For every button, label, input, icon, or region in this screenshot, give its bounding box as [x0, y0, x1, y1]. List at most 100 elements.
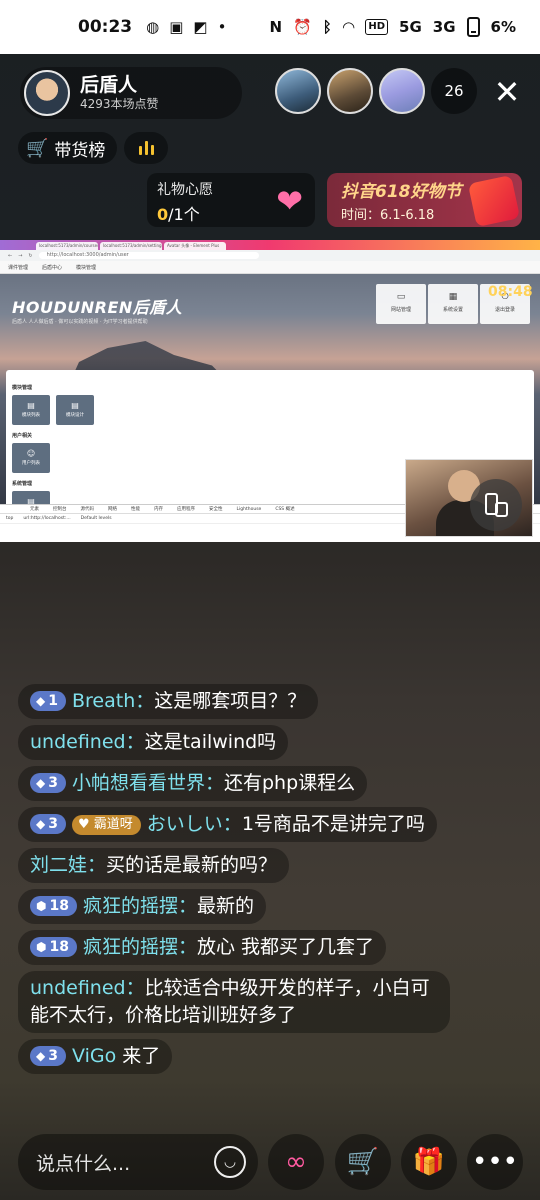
host-avatar[interactable]	[24, 70, 70, 116]
section-title: 用户相关	[12, 433, 33, 439]
browser-tab[interactable]: localhost:5173/admin/settings	[100, 242, 162, 250]
chat-username[interactable]: おいしい：	[147, 813, 242, 835]
diamond-icon: ◆	[36, 694, 46, 708]
chat-username[interactable]: Breath：	[72, 690, 154, 712]
chat-text: 来了	[116, 1045, 161, 1067]
devtools-tab[interactable]: 控制台	[53, 506, 67, 512]
more-button[interactable]: •••	[467, 1134, 523, 1190]
heart-icon: ♥	[77, 817, 94, 832]
devtools-tab[interactable]: 性能	[131, 506, 140, 512]
forward-icon[interactable]: →	[18, 253, 22, 259]
chat-message[interactable]: 刘二娃：买的话是最新的吗？	[18, 848, 290, 883]
chat-username[interactable]: ViGo	[72, 1045, 116, 1067]
chat-message[interactable]: ◆ 1 Breath：这是哪套项目？？	[18, 684, 319, 719]
chat-message[interactable]: ⬢ 18 疯狂的摇摆：放心 我都买了几套了	[18, 930, 387, 965]
console-context[interactable]: top	[6, 516, 13, 521]
link-icon: ∞	[285, 1147, 307, 1177]
comment-placeholder: 说点什么...	[36, 1152, 131, 1175]
devtools-tab[interactable]: Lighthouse	[237, 507, 262, 512]
devtools-tab[interactable]: 网络	[108, 506, 117, 512]
clock: 00:23	[78, 17, 133, 37]
cart-button[interactable]: 🛒	[335, 1134, 391, 1190]
site-manage-label: 网站管理	[390, 307, 411, 313]
comment-input[interactable]: 说点什么... ◡	[18, 1134, 258, 1190]
shared-screen[interactable]: localhost:5173/admin/courses localhost:5…	[0, 240, 540, 542]
level-value: 18	[49, 898, 69, 914]
browser-tab[interactable]: localhost:5173/admin/courses	[36, 242, 98, 250]
gift-wish-card[interactable]: 礼物心愿 0/1个 ❤	[147, 173, 315, 227]
chat-message[interactable]: ⬢ 18 疯狂的摇摆：最新的	[18, 889, 266, 924]
chat-text: 这是哪套项目？？	[154, 690, 307, 712]
chat-text: 放心 我都买了几套了	[196, 936, 375, 958]
level-value: 3	[48, 775, 58, 791]
url-field[interactable]: http://localhost:3000/admin/user	[38, 252, 259, 259]
site-slogan: 后盾人 人人做后盾 · 做可以实践的视频 · 为IT学习者提供帮助	[12, 319, 148, 325]
bookmark-item[interactable]: 模块管理	[76, 264, 96, 271]
diamond-icon: ⬢	[36, 899, 47, 913]
emoji-icon[interactable]: ◡	[214, 1146, 246, 1178]
alarm-icon: ⏰	[293, 18, 312, 36]
chat-message[interactable]: undefined：比较适合中级开发的样子，小白可能不太行，价格比培训班好多了	[18, 971, 450, 1033]
module-list-tile[interactable]: ▤ 模块列表	[12, 395, 50, 425]
chat-username[interactable]: undefined：	[30, 731, 145, 753]
reload-icon[interactable]: ↻	[28, 253, 32, 259]
devtools-tab[interactable]: 应用程序	[177, 506, 195, 512]
more-icon: •••	[471, 1147, 518, 1177]
chat-message[interactable]: undefined：这是tailwind吗	[18, 725, 289, 760]
chat-message[interactable]: ◆ 3 ViGo 来了	[18, 1039, 173, 1074]
doc-icon: ▤	[71, 401, 79, 410]
devtools-tab[interactable]: CSS 概述	[275, 506, 294, 512]
gift-button[interactable]: 🎁	[401, 1134, 457, 1190]
viewer-avatar[interactable]	[327, 68, 373, 114]
link-button[interactable]: ∞	[268, 1134, 324, 1190]
bluetooth-icon: ᛒ	[322, 18, 332, 36]
host-card[interactable]: 后盾人 4293本场点赞	[20, 67, 242, 119]
host-likes: 4293本场点赞	[80, 97, 159, 111]
bookmark-item[interactable]: 后盾中心	[42, 264, 62, 271]
viewer-count[interactable]: 26	[431, 68, 477, 114]
battery-percent: 6%	[490, 18, 516, 36]
site-manage-button[interactable]: ▭ 网站管理	[376, 284, 426, 324]
doc-icon: ▤	[27, 401, 35, 410]
browser-tabs: localhost:5173/admin/courses localhost:5…	[0, 240, 540, 250]
close-button[interactable]: ✕	[490, 72, 524, 112]
system-settings-button[interactable]: ▦ 系统设置	[428, 284, 478, 324]
chat-username[interactable]: 小帕想看看世界：	[72, 772, 224, 794]
devtools-tab[interactable]: 元素	[30, 506, 39, 512]
diamond-icon: ◆	[36, 776, 46, 790]
devtools-tab[interactable]: 内存	[154, 506, 163, 512]
console-levels[interactable]: Default levels	[81, 516, 112, 521]
notification-icons: ◍ ▣ ◩ •	[146, 18, 226, 36]
user-icon: ☺	[26, 449, 36, 458]
stats-button[interactable]	[124, 132, 168, 164]
bookmark-item[interactable]: 课件管理	[8, 264, 28, 271]
devtools-tab[interactable]: 安全性	[209, 506, 223, 512]
level-value: 3	[48, 816, 58, 832]
user-list-tile[interactable]: ☺ 用户列表	[12, 443, 50, 473]
back-icon[interactable]: ←	[8, 253, 12, 259]
chat-username[interactable]: 刘二娃：	[30, 854, 106, 876]
bookmarks-bar: 课件管理 后盾中心 模块管理	[0, 261, 540, 274]
promo-banner[interactable]: 抖音618好物节 时间：6.1-6.18	[327, 173, 522, 228]
viewer-list: 26	[275, 68, 477, 114]
sales-rank-button[interactable]: 🛒 带货榜	[18, 132, 118, 164]
fan-club-badge: ♥ 霸道呀	[71, 815, 141, 835]
chat-username[interactable]: undefined：	[30, 977, 145, 999]
diamond-icon: ⬢	[36, 940, 47, 954]
module-design-tile[interactable]: ▤ 模块设计	[56, 395, 94, 425]
viewer-avatar[interactable]	[275, 68, 321, 114]
host-name: 后盾人	[80, 74, 138, 96]
chat-username[interactable]: 疯狂的摇摆：	[83, 936, 197, 958]
rotate-screen-button[interactable]	[470, 479, 522, 531]
chat-message[interactable]: ◆ 3 ♥ 霸道呀 おいしい：1号商品不是讲完了吗	[18, 807, 437, 842]
browser-tab[interactable]: Avatar 头像 - Element Plus	[164, 242, 226, 250]
viewer-avatar[interactable]	[379, 68, 425, 114]
tile-label: 模块列表	[22, 413, 40, 418]
devtools-tab[interactable]: 源代码	[81, 506, 95, 512]
tile-label: 模块设计	[66, 413, 84, 418]
chat-message[interactable]: ◆ 3 小帕想看看世界：还有php课程么	[18, 766, 368, 801]
wechat-icon: ◍	[146, 18, 160, 36]
console-filter[interactable]: url:http://localhost:...	[23, 516, 70, 521]
chat-username[interactable]: 疯狂的摇摆：	[83, 895, 197, 917]
status-bar: 00:23 ◍ ▣ ◩ • N ⏰ ᛒ ◠ HD 5G 3G 6%	[0, 0, 540, 54]
